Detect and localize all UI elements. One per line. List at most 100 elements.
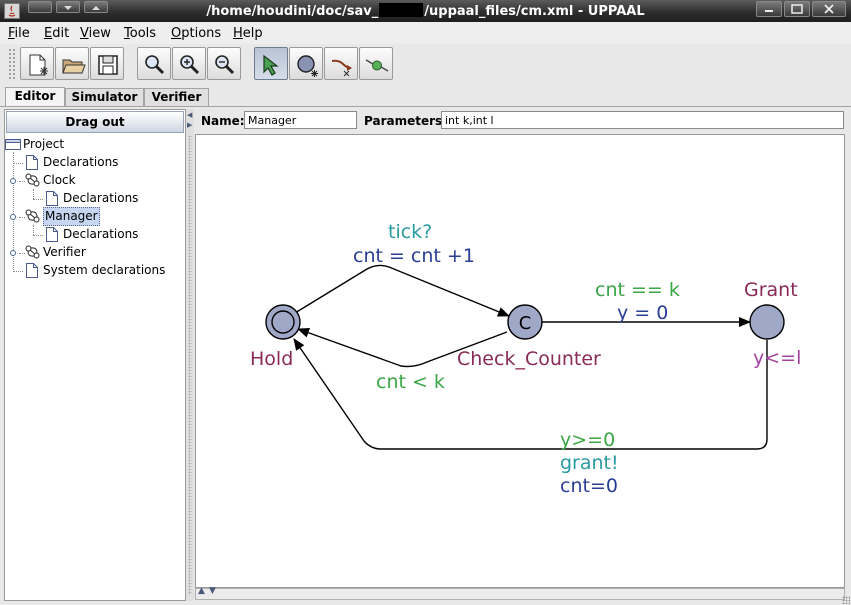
- guard-label-cnt-equals-k[interactable]: cnt == k: [595, 279, 680, 301]
- save-button[interactable]: [90, 47, 124, 80]
- zoom-in-icon: [180, 55, 200, 75]
- update-label-cnt-increment[interactable]: cnt = cnt +1: [353, 245, 475, 267]
- template-automaton-icon: [25, 209, 40, 223]
- tree-connector: [33, 235, 43, 236]
- menu-tools[interactable]: Tools: [124, 26, 156, 41]
- tree-item-label: Declarations: [43, 155, 119, 169]
- menu-view-label: iew: [88, 26, 111, 41]
- collapse-left-icon[interactable]: ◀: [187, 111, 192, 119]
- zoom-fit-button[interactable]: [137, 47, 171, 80]
- project-folder-icon: [5, 139, 21, 150]
- template-name-input[interactable]: [244, 111, 357, 129]
- menu-help-mnemonic: H: [233, 26, 243, 41]
- add-edge-tool-icon: [331, 59, 352, 77]
- location-hold[interactable]: [265, 304, 301, 340]
- project-tree: Project Declarations Clock Declarations: [5, 136, 185, 596]
- drag-out-button[interactable]: Drag out: [6, 111, 184, 133]
- tree-expander-verifier[interactable]: [10, 250, 16, 256]
- menu-file-label: ile: [14, 26, 30, 41]
- tab-verifier[interactable]: Verifier: [144, 88, 209, 106]
- document-icon: [26, 263, 38, 278]
- menu-edit[interactable]: Edit: [44, 26, 69, 41]
- location-name-check-counter[interactable]: Check_Counter: [457, 348, 601, 370]
- minimize-icon[interactable]: [756, 1, 782, 17]
- menu-edit-mnemonic: E: [44, 26, 53, 41]
- location-grant[interactable]: [749, 304, 785, 340]
- zoom-fit-icon: [145, 55, 165, 75]
- tab-simulator[interactable]: Simulator: [65, 88, 144, 106]
- tree-connector: [13, 271, 23, 272]
- menu-file[interactable]: File: [8, 26, 30, 41]
- guard-label-y-gte-0[interactable]: y>=0: [560, 429, 615, 451]
- location-name-hold[interactable]: Hold: [250, 348, 293, 370]
- select-arrow-tool-icon: [263, 54, 279, 76]
- menu-options[interactable]: Options: [171, 26, 221, 41]
- zoom-in-button[interactable]: [172, 47, 206, 80]
- redacted-text-block: [379, 3, 424, 17]
- tree-item-label: Clock: [43, 173, 76, 187]
- document-icon: [46, 191, 58, 206]
- zoom-out-icon: [215, 55, 235, 75]
- zoom-out-button[interactable]: [207, 47, 241, 80]
- scroll-down-arrow-icon[interactable]: ▼: [209, 586, 216, 596]
- document-icon: [46, 227, 58, 242]
- tree-connector: [33, 189, 34, 199]
- location-check-counter[interactable]: C: [507, 304, 543, 340]
- tree-connector: [13, 163, 23, 164]
- open-folder-icon: [62, 59, 86, 74]
- tree-connector: [33, 199, 43, 200]
- splitter-grip: [188, 135, 192, 595]
- edge-hold-to-check-counter[interactable]: [294, 264, 510, 317]
- menu-view[interactable]: View: [80, 26, 111, 41]
- automaton-drawing: C Hold Check_Counter Grant y<=l tick? cn…: [250, 221, 801, 497]
- new-document-button[interactable]: [20, 47, 54, 80]
- tree-expander-clock[interactable]: [10, 178, 16, 184]
- window-title-prefix: /home/houdini/doc/sav_: [206, 4, 379, 19]
- toolbar: [0, 44, 851, 86]
- sync-label-grant[interactable]: grant!: [560, 452, 619, 474]
- select-tool-button[interactable]: [254, 47, 288, 80]
- collapse-right-icon[interactable]: ▶: [187, 121, 192, 129]
- window-title-bar: /home/houdini/doc/sav_ /uppaal_files/cm.x…: [0, 0, 851, 22]
- scroll-up-arrow-icon[interactable]: ▲: [198, 586, 205, 596]
- toolbar-grip[interactable]: [8, 48, 16, 80]
- automaton-editor-canvas[interactable]: C Hold Check_Counter Grant y<=l tick? cn…: [195, 134, 845, 588]
- horizontal-scrollbar[interactable]: ▲ ▼: [195, 586, 845, 600]
- location-name-grant[interactable]: Grant: [744, 279, 798, 301]
- tab-editor[interactable]: Editor: [5, 87, 65, 107]
- open-button[interactable]: [55, 47, 89, 80]
- tree-item-label: Project: [23, 137, 65, 151]
- maximize-icon[interactable]: [784, 1, 810, 17]
- template-parameters-input[interactable]: [441, 111, 844, 129]
- window-title-suffix: /uppaal_files/cm.xml - UPPAAL: [424, 4, 645, 19]
- committed-marker: C: [519, 313, 532, 334]
- tree-connector: [33, 225, 34, 235]
- add-nail-tool-button[interactable]: [359, 47, 393, 80]
- update-label-y-reset[interactable]: y = 0: [617, 302, 668, 324]
- project-panel: Drag out Project Declarations Clock Decl…: [4, 109, 186, 601]
- menu-options-mnemonic: O: [171, 26, 182, 41]
- invariant-grant[interactable]: y<=l: [753, 347, 801, 369]
- add-location-tool-icon: [297, 55, 318, 77]
- add-edge-tool-button[interactable]: [324, 47, 358, 80]
- tree-item-label: System declarations: [43, 263, 166, 277]
- menu-edit-label: dit: [52, 26, 70, 41]
- tree-item-label: Manager: [43, 207, 100, 226]
- guard-label-cnt-less-k[interactable]: cnt < k: [376, 371, 445, 393]
- document-icon: [26, 155, 38, 170]
- window-resize-grip[interactable]: [842, 596, 850, 604]
- tree-item-label: Verifier: [43, 245, 86, 259]
- add-location-tool-button[interactable]: [289, 47, 323, 80]
- close-icon[interactable]: [812, 1, 846, 17]
- sync-label-tick[interactable]: tick?: [388, 221, 432, 243]
- tree-expander-manager[interactable]: [10, 214, 16, 220]
- tree-item-label: Declarations: [63, 227, 139, 241]
- save-disk-icon: [98, 55, 118, 75]
- update-label-cnt-reset[interactable]: cnt=0: [560, 475, 618, 497]
- template-automaton-icon: [25, 173, 40, 187]
- menu-help[interactable]: Help: [233, 26, 263, 41]
- template-automaton-icon: [25, 245, 40, 259]
- tree-item-label: Declarations: [63, 191, 139, 205]
- panel-splitter[interactable]: ◀ ▶: [186, 109, 194, 601]
- menu-tools-label: ools: [129, 26, 157, 41]
